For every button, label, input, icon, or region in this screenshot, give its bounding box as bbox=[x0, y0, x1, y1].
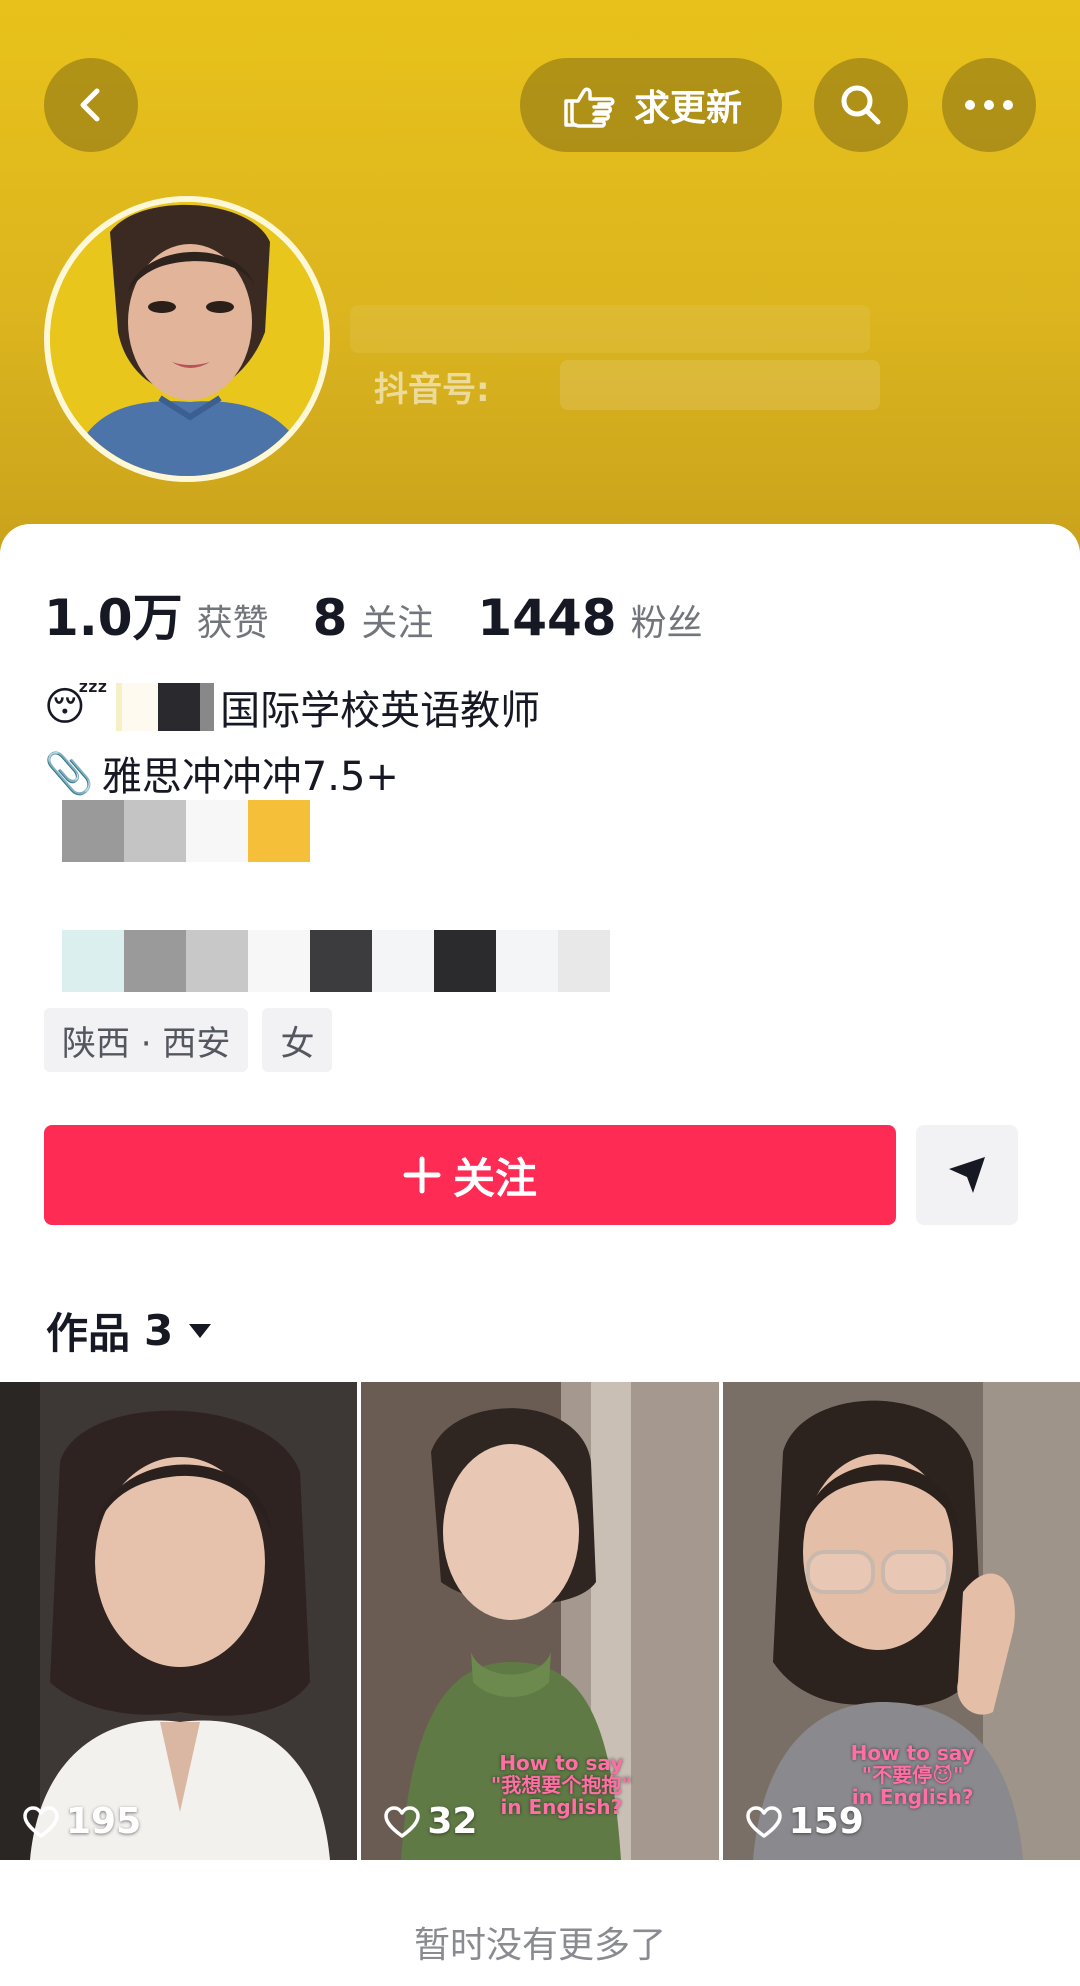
bio-redacted-block bbox=[116, 683, 215, 731]
video-caption: How to say "不要停😈" in English? bbox=[813, 1742, 1013, 1808]
caret-down-icon bbox=[189, 1323, 212, 1338]
stat-label: 获赞 bbox=[196, 603, 269, 644]
stat-value: 1.0万 bbox=[44, 589, 183, 647]
stat-following[interactable]: 8 关注 bbox=[313, 589, 434, 647]
bio-redacted-row-2 bbox=[62, 930, 610, 992]
stat-likes[interactable]: 1.0万 获赞 bbox=[44, 578, 269, 650]
works-tab[interactable]: 作品 3 bbox=[46, 1300, 213, 1361]
avatar[interactable] bbox=[44, 196, 330, 482]
search-icon bbox=[841, 85, 881, 125]
bio-line-2: 📎 雅思冲冲冲7.5+ bbox=[44, 744, 1044, 802]
more-dots-icon bbox=[965, 100, 1013, 110]
like-count: 195 bbox=[22, 1801, 141, 1842]
send-message-button[interactable] bbox=[916, 1125, 1018, 1225]
no-more-content-message: 暂时没有更多了 bbox=[413, 1925, 666, 1966]
request-update-label: 求更新 bbox=[633, 88, 742, 129]
stat-label: 粉丝 bbox=[630, 603, 703, 644]
video-caption-text: How to say "不要停😈" in English? bbox=[850, 1741, 975, 1809]
douyin-id-label: 抖音号: bbox=[374, 370, 490, 410]
like-count-value: 159 bbox=[788, 1801, 864, 1842]
chevron-left-icon bbox=[80, 88, 100, 122]
heart-outline-icon bbox=[23, 1805, 59, 1838]
search-button[interactable] bbox=[814, 58, 908, 152]
avatar-photo bbox=[50, 202, 324, 476]
bio-text: 雅思冲冲冲7.5+ bbox=[101, 754, 399, 800]
stat-label: 关注 bbox=[361, 603, 434, 644]
profile-stats: 1.0万 获赞 8 关注 1448 粉丝 bbox=[44, 578, 747, 650]
bio-text: 国际学校英语教师 bbox=[220, 688, 541, 734]
hand-pointing-icon bbox=[564, 87, 615, 128]
heart-outline-icon bbox=[745, 1805, 782, 1838]
stat-followers[interactable]: 1448 粉丝 bbox=[477, 589, 702, 647]
stat-value: 8 bbox=[312, 589, 348, 647]
follow-button[interactable]: 关注 bbox=[44, 1125, 896, 1225]
follow-label: 关注 bbox=[452, 1153, 537, 1203]
works-count: 3 bbox=[144, 1306, 174, 1355]
douyin-id-redacted bbox=[560, 360, 880, 410]
works-label: 作品 bbox=[46, 1309, 131, 1358]
paperclip-emoji-icon: 📎 bbox=[44, 750, 94, 797]
request-update-button[interactable]: 求更新 bbox=[520, 58, 782, 152]
bio-redacted-row-1 bbox=[62, 800, 310, 862]
video-thumbnail[interactable]: 195 bbox=[0, 1382, 358, 1860]
video-thumbnail[interactable]: How to say "我想要个抱抱" in English? 32 bbox=[361, 1382, 719, 1860]
video-thumbnail[interactable]: How to say "不要停😈" in English? 159 bbox=[722, 1382, 1080, 1860]
like-count: 32 bbox=[383, 1801, 477, 1842]
like-count: 159 bbox=[745, 1801, 864, 1842]
gender-tag[interactable]: 女 bbox=[262, 1008, 333, 1072]
bio-line-1: 😴 国际学校英语教师 bbox=[44, 678, 1044, 736]
heart-outline-icon bbox=[384, 1805, 421, 1838]
video-grid: 195 How to say "我想要个抱抱" in English? 32 H… bbox=[0, 1382, 1080, 1860]
video-cover-image bbox=[0, 1382, 358, 1860]
profile-tags: 陕西 · 西安 女 bbox=[44, 1008, 333, 1072]
video-caption: How to say "我想要个抱抱" in English? bbox=[461, 1752, 661, 1818]
username-redacted bbox=[350, 305, 870, 353]
like-count-value: 195 bbox=[66, 1801, 142, 1842]
back-button[interactable] bbox=[44, 58, 138, 152]
sleepy-emoji-icon: 😴 bbox=[44, 684, 109, 730]
stat-value: 1448 bbox=[477, 589, 617, 647]
more-button[interactable] bbox=[942, 58, 1036, 152]
plus-icon bbox=[403, 1156, 441, 1194]
location-tag[interactable]: 陕西 · 西安 bbox=[44, 1008, 249, 1072]
video-caption-text: How to say "我想要个抱抱" in English? bbox=[490, 1751, 632, 1819]
send-arrow-icon bbox=[949, 1157, 985, 1193]
like-count-value: 32 bbox=[427, 1801, 478, 1842]
